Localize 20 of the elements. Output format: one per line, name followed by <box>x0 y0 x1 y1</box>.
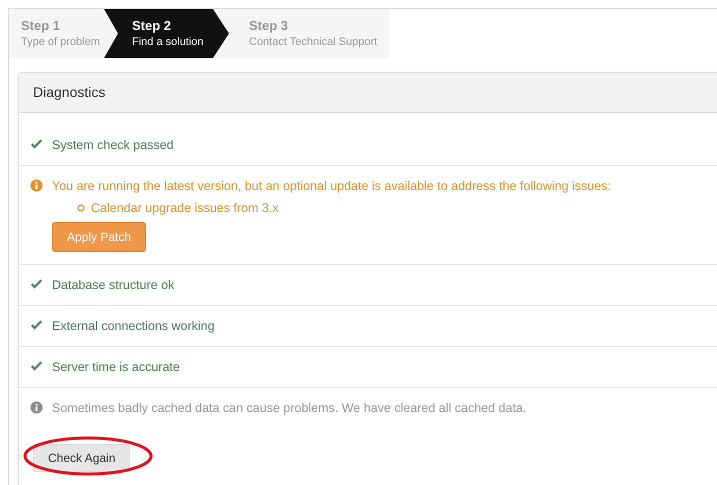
step-tab[interactable]: Step 3 Contact Technical Support <box>229 9 389 58</box>
bullet-icon <box>77 204 85 212</box>
check-icon <box>30 319 43 332</box>
status-message: You are running the latest version, but an optional update is available to address the following issues: <box>52 178 611 194</box>
status-message: Sometimes badly cached data can cause problems. We have cleared all cached data. <box>52 400 526 416</box>
info-icon <box>30 401 43 414</box>
check-again-button[interactable]: Check Again <box>33 444 130 472</box>
status-message: System check passed <box>52 137 174 153</box>
status-message: Server time is accurate <box>52 359 180 375</box>
check-icon <box>30 278 43 291</box>
step-tab[interactable]: Step 1 Type of problem <box>9 9 104 58</box>
apply-patch-button[interactable]: Apply Patch <box>52 222 146 252</box>
panel-title: Diagnostics <box>19 73 717 113</box>
issue-text: Calendar upgrade issues from 3.x <box>91 200 279 216</box>
step-tab[interactable]: Step 2 Find a solution <box>104 9 229 58</box>
check-icon <box>30 138 43 151</box>
info-icon <box>30 179 43 192</box>
status-message: External connections working <box>52 318 215 334</box>
check-icon <box>30 360 43 373</box>
status-message: Database structure ok <box>52 277 174 293</box>
